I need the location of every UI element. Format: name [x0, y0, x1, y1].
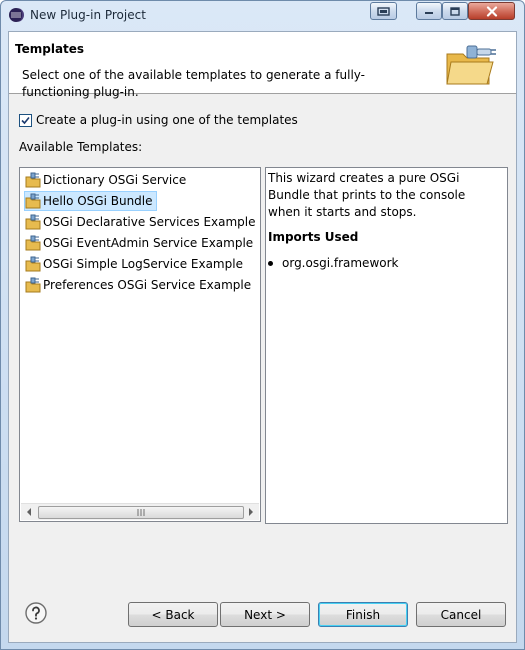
template-label: OSGi Simple LogService Example: [43, 257, 243, 271]
dialog-client-area: Templates Select one of the available te…: [8, 31, 517, 643]
template-description-panel: This wizard creates a pure OSGi Bundle t…: [265, 167, 508, 524]
template-item-osgi-simple-logservice-example[interactable]: OSGi Simple LogService Example: [25, 255, 246, 273]
plugin-template-icon: [25, 172, 41, 188]
close-button[interactable]: [468, 2, 515, 20]
cancel-button[interactable]: Cancel: [416, 602, 506, 627]
checkmark-icon: [21, 116, 30, 124]
title-bar[interactable]: New Plug-in Project: [1, 1, 524, 31]
finish-button[interactable]: Finish: [318, 602, 408, 627]
scroll-left-button[interactable]: [21, 504, 37, 520]
arrow-left-icon: [27, 508, 31, 516]
plugin-template-icon: [25, 193, 41, 209]
template-item-osgi-eventadmin-service-example[interactable]: OSGi EventAdmin Service Example: [25, 234, 256, 252]
template-item-preferences-osgi-service-example[interactable]: Preferences OSGi Service Example: [25, 276, 254, 294]
maximize-button[interactable]: [442, 2, 468, 20]
maximize-icon: [450, 6, 460, 16]
plugin-template-icon: [25, 235, 41, 251]
window-title: New Plug-in Project: [30, 8, 146, 22]
checkbox-box[interactable]: [19, 113, 32, 127]
arrow-right-icon: [249, 508, 253, 516]
page-description: Select one of the available templates to…: [22, 68, 366, 99]
help-button[interactable]: [25, 602, 47, 624]
available-templates-label: Available Templates:: [19, 140, 143, 154]
restore-window-button[interactable]: [370, 2, 397, 20]
minimize-button[interactable]: [416, 2, 442, 20]
create-from-template-label: Create a plug-in using one of the templa…: [36, 113, 298, 127]
template-label: Dictionary OSGi Service: [43, 173, 187, 187]
template-label: OSGi Declarative Services Example: [43, 215, 256, 229]
bullet-icon: [268, 260, 273, 266]
grip-icon: [137, 509, 145, 516]
dialog-window: New Plug-in Project Templates Select one…: [0, 0, 525, 650]
next-button[interactable]: Next >: [220, 602, 310, 627]
imports-used-heading: Imports Used: [268, 230, 359, 244]
templates-list[interactable]: Dictionary OSGi Service Hello OSGi Bundl…: [19, 167, 261, 522]
import-list-item: org.osgi.framework: [268, 256, 398, 270]
close-icon: [486, 5, 497, 17]
template-label: OSGi EventAdmin Service Example: [43, 236, 254, 250]
plugin-template-icon: [25, 277, 41, 293]
template-description-text: This wizard creates a pure OSGi Bundle t…: [268, 171, 466, 219]
template-label: Hello OSGi Bundle: [43, 194, 153, 208]
create-from-template-checkbox[interactable]: Create a plug-in using one of the templa…: [19, 113, 298, 127]
restore-icon: [377, 6, 390, 16]
minimize-icon: [425, 12, 433, 14]
template-item-dictionary-osgi-service[interactable]: Dictionary OSGi Service: [25, 171, 189, 189]
template-item-hello-osgi-bundle[interactable]: Hello OSGi Bundle: [24, 191, 157, 211]
wizard-header: Templates Select one of the available te…: [9, 32, 516, 99]
scroll-right-button[interactable]: [243, 504, 259, 520]
page-title: Templates: [15, 42, 85, 56]
scrollbar-thumb[interactable]: [38, 506, 244, 519]
eclipse-icon: [9, 8, 24, 22]
plugin-template-icon: [25, 214, 41, 230]
template-label: Preferences OSGi Service Example: [43, 278, 252, 292]
import-package-name: org.osgi.framework: [282, 256, 399, 270]
plugin-folder-icon: [446, 45, 496, 85]
template-item-osgi-declarative-services-example[interactable]: OSGi Declarative Services Example: [25, 213, 259, 231]
plugin-template-icon: [25, 256, 41, 272]
horizontal-scrollbar[interactable]: [21, 503, 259, 520]
back-button[interactable]: < Back: [128, 602, 218, 627]
